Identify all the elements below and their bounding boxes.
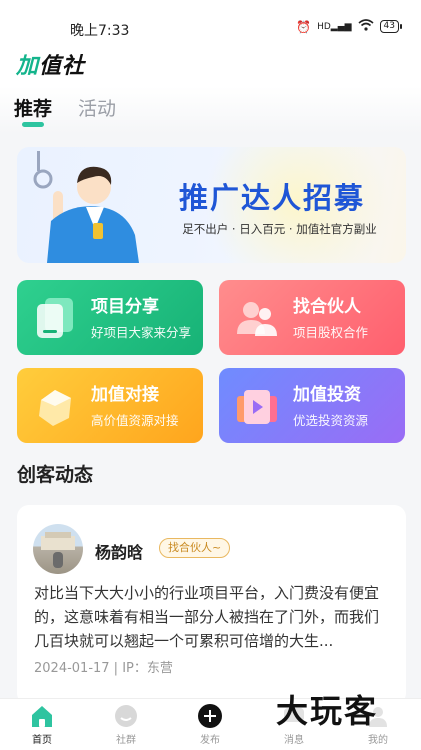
card-subtitle: 好项目大家来分享 [91, 325, 192, 340]
alarm-icon: ⏰ [296, 19, 312, 34]
value-docking-card[interactable]: 加值对接 高价值资源对接 [17, 368, 203, 443]
find-partner-card[interactable]: 找合伙人 项目股权合作 [219, 280, 405, 355]
person-illustration [33, 151, 139, 263]
value-invest-card[interactable]: 加值投资 优选投资资源 [219, 368, 405, 443]
status-time: 晚上7:33 [70, 23, 130, 39]
top-tabs: 推荐 活动 [0, 86, 421, 134]
publish-icon [198, 704, 222, 728]
tabbar-label: 社群 [116, 735, 136, 746]
project-share-card[interactable]: 项目分享 好项目大家来分享 [17, 280, 203, 355]
signal-icon: HD▂▄▆ [317, 21, 352, 32]
avatar[interactable] [33, 524, 83, 574]
tabbar-label: 首页 [32, 735, 52, 746]
card-subtitle: 优选投资资源 [293, 413, 369, 428]
status-icons: ⏰ HD▂▄▆ 43 [296, 19, 403, 34]
banner-title: 推广达人招募 [178, 181, 365, 215]
promo-banner[interactable]: 推广达人招募 足不出户 · 日入百元 · 加值社官方副业 [17, 147, 406, 263]
tab-recommend[interactable]: 推荐 [14, 94, 52, 121]
post-content: 对比当下大大小小的行业项目平台，入门费没有便宜的，这意味着有相当一部分人被挡在了… [34, 584, 380, 650]
feed-post[interactable]: 杨韵晗 找合伙人~ 对比当下大大小小的行业项目平台，入门费没有便宜的，这意味着有… [17, 505, 406, 705]
tabbar-publish[interactable]: 发布 [180, 703, 240, 746]
document-icon [37, 298, 73, 338]
post-meta: 2024-01-17 | IP：东营 [34, 661, 173, 676]
tabbar-home[interactable]: 首页 [12, 703, 72, 746]
card-title: 加值对接 [91, 385, 159, 405]
status-badge: 找合伙人~ [159, 538, 231, 558]
watermark-text: 大玩客 [276, 692, 379, 730]
post-author[interactable]: 杨韵晗 [95, 539, 143, 563]
section-title: 创客动态 [17, 464, 94, 486]
home-icon [32, 706, 52, 727]
community-icon [115, 705, 137, 727]
tabbar-community[interactable]: 社群 [96, 703, 156, 746]
video-icon [237, 390, 277, 424]
banner-subtitle: 足不出户 · 日入百元 · 加值社官方副业 [182, 222, 377, 236]
app-header: 加值社 [0, 44, 421, 86]
card-subtitle: 高价值资源对接 [91, 413, 179, 428]
wifi-icon [358, 19, 374, 34]
tabbar-label: 发布 [200, 735, 220, 746]
app-logo: 加值社 [16, 54, 86, 79]
status-bar: 晚上7:33 ⏰ HD▂▄▆ 43 [0, 0, 421, 44]
tabbar-label: 消息 [284, 735, 304, 746]
people-icon [237, 302, 277, 336]
card-title: 加值投资 [293, 385, 361, 405]
card-title: 找合伙人 [293, 297, 361, 317]
card-subtitle: 项目股权合作 [293, 325, 369, 340]
tabbar-label: 我的 [368, 735, 388, 746]
tab-activity[interactable]: 活动 [78, 94, 116, 121]
card-title: 项目分享 [91, 297, 159, 317]
gem-icon [39, 390, 71, 426]
tab-indicator [22, 122, 44, 127]
battery-icon: 43 [379, 20, 403, 33]
